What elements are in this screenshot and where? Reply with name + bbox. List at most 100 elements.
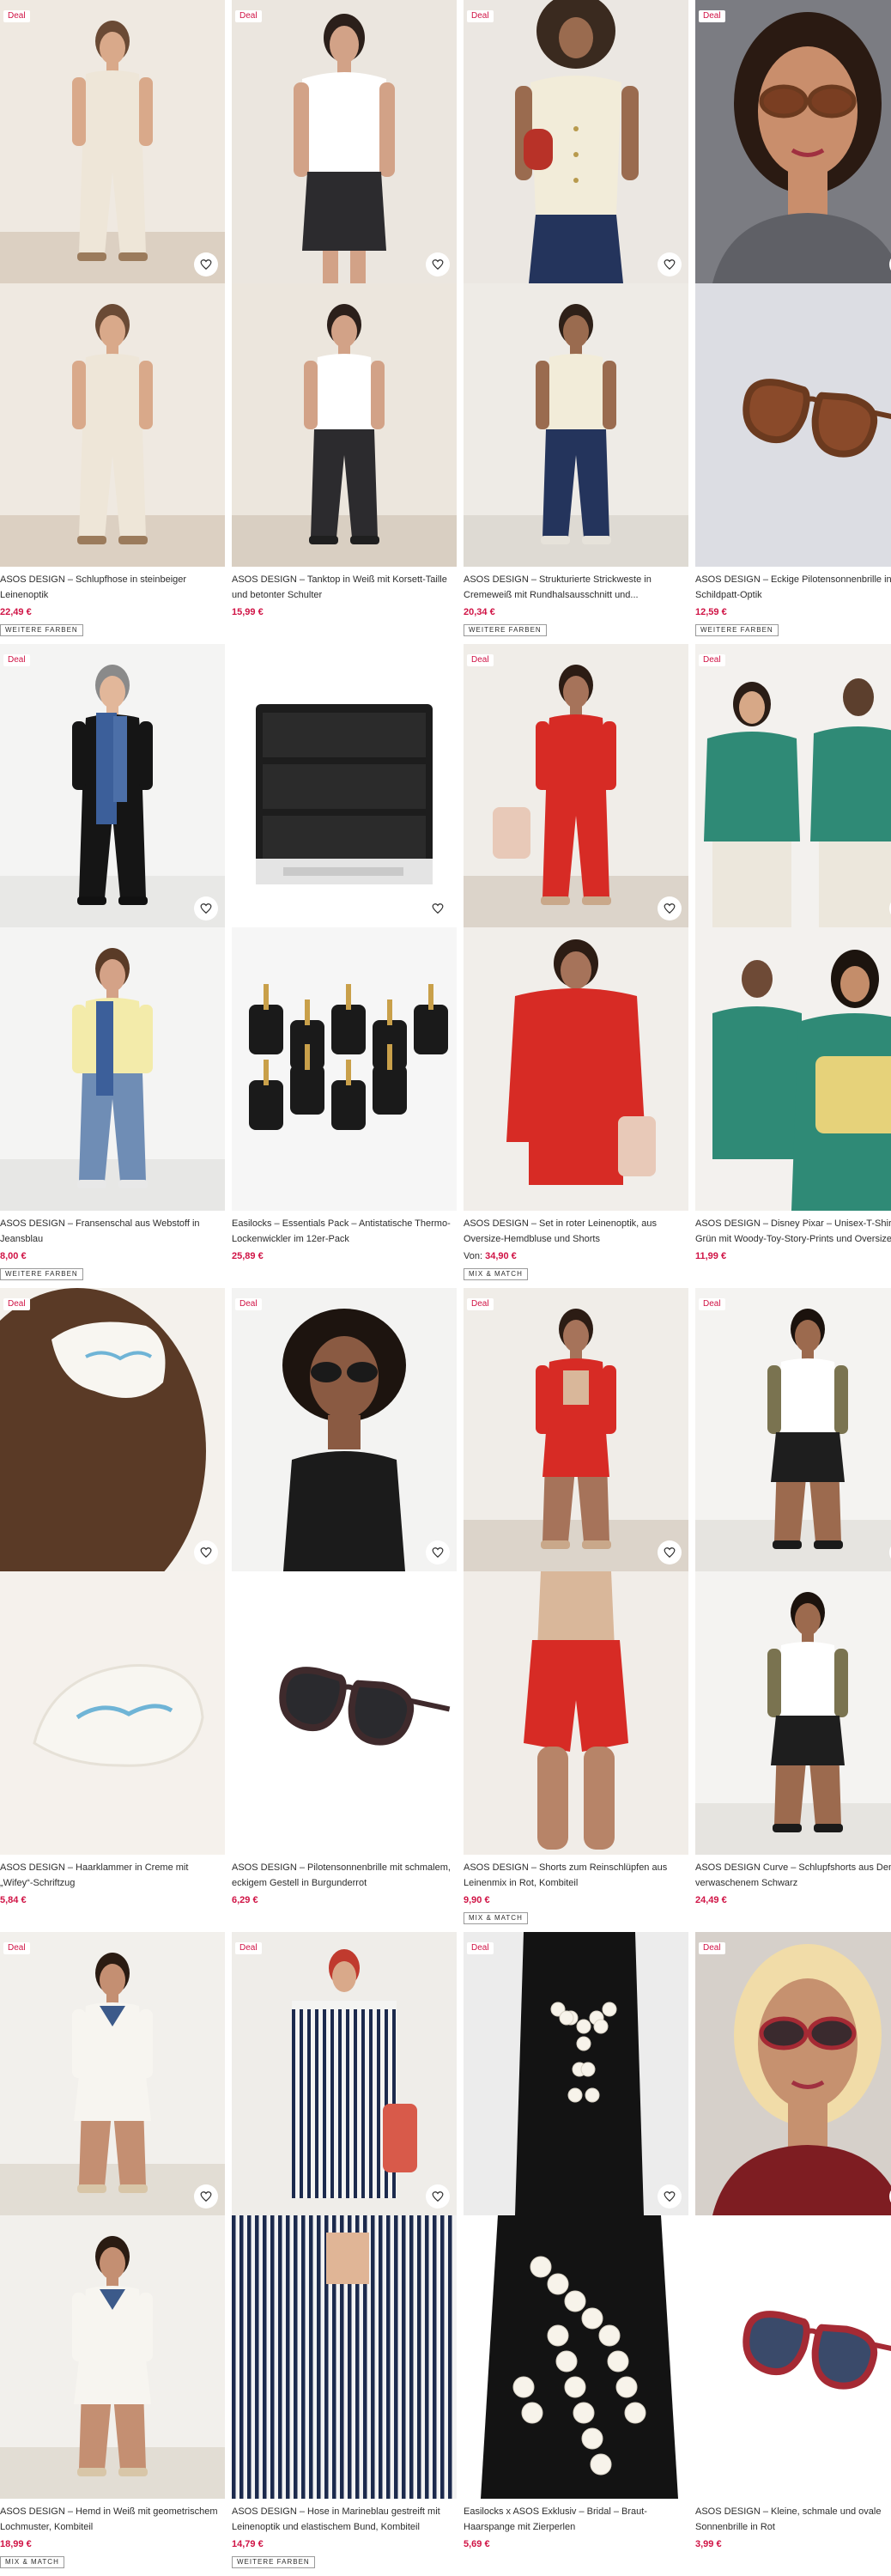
save-for-later-button[interactable] [194, 1540, 218, 1564]
price-value: 25,89 € [232, 1251, 264, 1261]
product-card[interactable]: Deal ASOS DESIGN – Tanktop in Weiß mit K… [232, 0, 457, 619]
product-photo [0, 0, 225, 283]
product-image[interactable]: Deal [695, 1288, 891, 1571]
product-price: 24,49 € [695, 1893, 891, 1907]
product-image-alt[interactable] [464, 927, 688, 1211]
deal-badge: Deal [467, 1298, 494, 1310]
price-value: 3,99 € [695, 2539, 722, 2549]
product-photo [464, 644, 688, 927]
product-title[interactable]: ASOS DESIGN – Eckige Pilotensonnenbrille… [695, 572, 891, 603]
product-card[interactable]: Deal ASOS DESIGN – Shorts zum Reinschlüp… [464, 1288, 688, 1924]
product-image[interactable]: Deal [0, 1288, 225, 1571]
product-image[interactable]: Deal [695, 1932, 891, 2215]
product-image[interactable]: Deal [464, 0, 688, 283]
product-image-alt[interactable] [232, 283, 457, 567]
save-for-later-button[interactable] [658, 1540, 682, 1564]
deal-badge: Deal [235, 10, 262, 22]
product-image[interactable]: Deal [0, 644, 225, 927]
heart-icon [200, 258, 212, 270]
product-card[interactable]: Deal ASOS DESIGN – Eckige Pilotensonnenb… [695, 0, 891, 636]
product-title[interactable]: Easilocks x ASOS Exklusiv – Bridal – Bra… [464, 2504, 688, 2535]
product-image-alt[interactable] [695, 2215, 891, 2499]
save-for-later-button[interactable] [426, 2184, 450, 2208]
save-for-later-button[interactable] [658, 2184, 682, 2208]
product-title[interactable]: ASOS DESIGN – Disney Pixar – Unisex-T-Sh… [695, 1216, 891, 1247]
product-card[interactable]: Deal ASOS DESIGN – Hemd in Weiß mit geom… [0, 1932, 225, 2568]
product-image-alt[interactable] [232, 2215, 457, 2499]
save-for-later-button[interactable] [194, 896, 218, 920]
product-photo-alt [232, 927, 457, 1211]
product-image-alt[interactable] [0, 927, 225, 1211]
save-for-later-button[interactable] [658, 896, 682, 920]
product-photo-alt [464, 927, 688, 1211]
save-for-later-button[interactable] [426, 1540, 450, 1564]
product-card[interactable]: Deal ASOS DESIGN – Pilotensonnenbrille m… [232, 1288, 457, 1907]
product-image-alt[interactable] [0, 1571, 225, 1855]
product-badge: WEITERE FARBEN [0, 1268, 83, 1280]
product-image[interactable]: Deal [464, 1288, 688, 1571]
product-title[interactable]: ASOS DESIGN Curve – Schlupfshorts aus De… [695, 1860, 891, 1891]
product-title[interactable]: ASOS DESIGN – Fransenschal aus Webstoff … [0, 1216, 225, 1247]
product-card[interactable]: Deal ASOS DESIGN – Set in roter Leinenop… [464, 644, 688, 1280]
product-card[interactable]: Deal ASOS DESIGN – Strukturierte Strickw… [464, 0, 688, 636]
save-for-later-button[interactable] [194, 252, 218, 276]
product-image-alt[interactable] [0, 283, 225, 567]
save-for-later-button[interactable] [658, 252, 682, 276]
product-card[interactable]: Deal ASOS DESIGN – Disney Pixar – Unisex… [695, 644, 891, 1263]
save-for-later-button[interactable] [194, 2184, 218, 2208]
price-value: 12,59 € [695, 607, 727, 617]
product-title[interactable]: ASOS DESIGN – Hemd in Weiß mit geometris… [0, 2504, 225, 2535]
product-image-alt[interactable] [695, 927, 891, 1211]
product-image[interactable]: Deal [695, 0, 891, 283]
product-image[interactable]: Deal [464, 644, 688, 927]
product-title[interactable]: ASOS DESIGN – Kleine, schmale und ovale … [695, 2504, 891, 2535]
product-image-alt[interactable] [464, 2215, 688, 2499]
heart-icon [664, 258, 676, 270]
product-title[interactable]: ASOS DESIGN – Tanktop in Weiß mit Korset… [232, 572, 457, 603]
deal-badge: Deal [3, 1942, 30, 1954]
product-title[interactable]: ASOS DESIGN – Schlupfhose in steinbeiger… [0, 572, 225, 603]
product-title[interactable]: ASOS DESIGN – Set in roter Leinenoptik, … [464, 1216, 688, 1247]
product-card[interactable]: Deal ASOS DESIGN – Hose in Marineblau ge… [232, 1932, 457, 2568]
product-card[interactable]: Deal ASOS DESIGN – Haarklammer in Creme … [0, 1288, 225, 1907]
product-image-alt[interactable] [464, 283, 688, 567]
product-title[interactable]: Easilocks – Essentials Pack – Antistatis… [232, 1216, 457, 1247]
product-image-alt[interactable] [0, 2215, 225, 2499]
product-image[interactable] [232, 644, 457, 927]
product-card[interactable]: Deal ASOS DESIGN – Kleine, schmale und o… [695, 1932, 891, 2551]
product-card[interactable]: Deal ASOS DESIGN – Schlupfhose in steinb… [0, 0, 225, 636]
deal-badge: Deal [3, 10, 30, 22]
product-title[interactable]: ASOS DESIGN – Pilotensonnenbrille mit sc… [232, 1860, 457, 1891]
product-image-alt[interactable] [695, 1571, 891, 1855]
heart-icon [432, 1546, 444, 1558]
price-value: 34,90 € [485, 1251, 517, 1261]
save-for-later-button[interactable] [426, 252, 450, 276]
product-price: 9,90 € [464, 1893, 688, 1907]
deal-badge: Deal [235, 1298, 262, 1310]
product-card[interactable]: Easilocks – Essentials Pack – Antistatis… [232, 644, 457, 1263]
product-image-alt[interactable] [464, 1571, 688, 1855]
product-image-alt[interactable] [232, 1571, 457, 1855]
product-price: 5,69 € [464, 2537, 688, 2551]
price-value: 9,90 € [464, 1895, 490, 1905]
product-image[interactable]: Deal [0, 1932, 225, 2215]
product-image[interactable]: Deal [695, 644, 891, 927]
product-title[interactable]: ASOS DESIGN – Strukturierte Strickweste … [464, 572, 688, 603]
product-title[interactable]: ASOS DESIGN – Hose in Marineblau gestrei… [232, 2504, 457, 2535]
product-image[interactable]: Deal [464, 1932, 688, 2215]
product-title[interactable]: ASOS DESIGN – Haarklammer in Creme mit „… [0, 1860, 225, 1891]
product-title[interactable]: ASOS DESIGN – Shorts zum Reinschlüpfen a… [464, 1860, 688, 1891]
product-image[interactable]: Deal [232, 1932, 457, 2215]
product-image[interactable]: Deal [232, 1288, 457, 1571]
product-card[interactable]: Deal ASOS DESIGN – Fransenschal aus Webs… [0, 644, 225, 1280]
product-image-alt[interactable] [232, 927, 457, 1211]
product-image-alt[interactable] [695, 283, 891, 567]
product-badge: MIX & MATCH [464, 1912, 528, 1924]
product-image[interactable]: Deal [232, 0, 457, 283]
product-card[interactable]: Deal Easilocks x ASOS Exklusiv – Bridal … [464, 1932, 688, 2551]
product-photo [232, 0, 457, 283]
price-value: 5,84 € [0, 1895, 27, 1905]
product-image[interactable]: Deal [0, 0, 225, 283]
product-card[interactable]: Deal ASOS DESIGN Curve – Schlupfshorts a… [695, 1288, 891, 1907]
save-for-later-button[interactable] [426, 896, 450, 920]
